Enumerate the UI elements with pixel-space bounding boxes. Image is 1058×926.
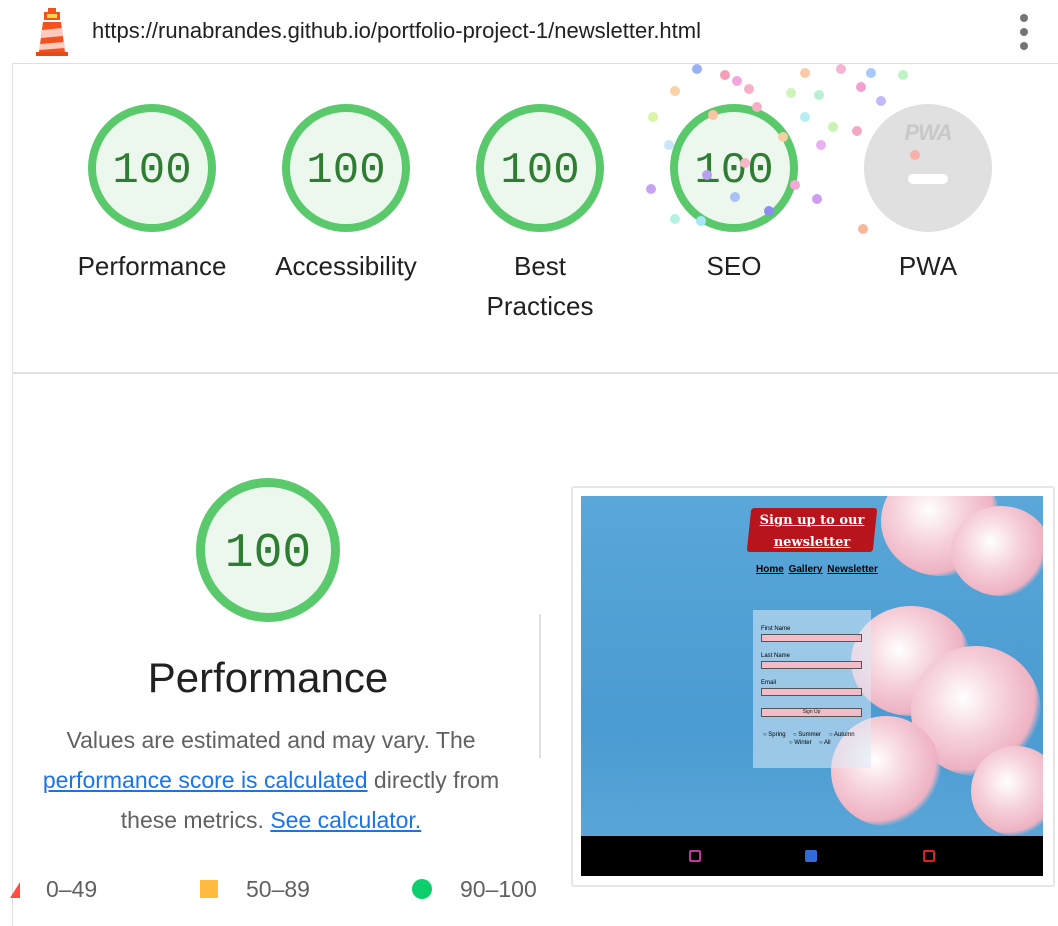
score-calculation-link[interactable]: performance score is calculated <box>43 767 368 793</box>
performance-score-gauge: 100 <box>196 478 340 622</box>
score-value: 100 <box>500 146 580 196</box>
left-border <box>12 64 13 926</box>
nav-newsletter: Newsletter <box>827 564 878 575</box>
legend-fail-range: 0–49 <box>46 876 98 902</box>
thumb-footer <box>581 836 1043 876</box>
first-name-label: First Name <box>761 626 791 632</box>
nav-home: Home <box>756 564 784 575</box>
score-value: 100 <box>306 146 386 196</box>
pass-circle-icon <box>412 879 432 899</box>
section-divider <box>12 372 1058 374</box>
last-name-label: Last Name <box>761 653 791 659</box>
gauge-label: SEO <box>706 251 762 281</box>
gauge-best-practices[interactable]: 100 Best Practices <box>440 104 640 326</box>
youtube-icon <box>923 850 935 862</box>
gauge-label: Best Practices <box>486 251 594 321</box>
signup-form: First Name Last Name Email Sign Up ○ Spr… <box>753 610 871 768</box>
instagram-icon <box>689 850 701 862</box>
score-value: 100 <box>694 146 774 196</box>
pwa-badge-icon: PWA <box>864 104 992 232</box>
legend-average-range: 50–89 <box>246 876 310 902</box>
average-square-icon <box>200 880 218 898</box>
option-summer: ○ Summer <box>793 732 821 738</box>
email-field <box>761 688 862 696</box>
thumb-navigation: Home Gallery Newsletter <box>755 564 878 575</box>
gauge-accessibility[interactable]: 100 Accessibility <box>246 104 446 286</box>
score-ring: 100 <box>88 104 216 232</box>
nav-gallery: Gallery <box>788 564 823 575</box>
gauge-label: PWA <box>898 251 958 281</box>
pwa-dash <box>908 174 948 184</box>
vertical-dots-icon[interactable] <box>1018 14 1030 50</box>
score-ring: 100 <box>670 104 798 232</box>
performance-title: Performance <box>147 654 389 701</box>
score-value: 100 <box>112 146 192 196</box>
option-all: ○ All <box>819 740 831 746</box>
desc-prefix: Values are estimated and may vary. The <box>66 727 476 753</box>
option-autumn: ○ Autumn <box>829 732 855 738</box>
report-url: https://runabrandes.github.io/portfolio-… <box>92 18 701 43</box>
email-label: Email <box>761 680 777 686</box>
gauge-pwa[interactable]: PWA PWA <box>828 104 1028 286</box>
signup-button: Sign Up <box>761 708 862 717</box>
first-name-field <box>761 634 862 642</box>
option-spring: ○ Spring <box>763 732 786 738</box>
gauge-label: Accessibility <box>275 251 417 281</box>
score-ring: 100 <box>476 104 604 232</box>
gauge-label: Performance <box>77 251 227 281</box>
gauge-performance[interactable]: 100 Performance <box>52 104 252 286</box>
option-winter: ○ Winter <box>789 740 812 746</box>
vertical-divider <box>539 614 541 758</box>
pwa-badge-text: PWA <box>904 120 952 145</box>
last-name-field <box>761 661 862 669</box>
gauge-seo[interactable]: 100 SEO <box>634 104 834 286</box>
final-screenshot: Sign up to our newsletter Home Gallery N… <box>581 496 1043 876</box>
legend-pass-range: 90–100 <box>460 876 537 902</box>
report-header: https://runabrandes.github.io/portfolio-… <box>12 0 1058 64</box>
fail-triangle-icon <box>10 882 20 898</box>
see-calculator-link[interactable]: See calculator. <box>270 807 421 833</box>
banner-heading: Sign up to our newsletter <box>759 513 865 550</box>
performance-score: 100 <box>224 527 312 581</box>
lighthouse-icon <box>36 8 68 56</box>
score-ring: 100 <box>282 104 410 232</box>
facebook-icon <box>805 850 817 862</box>
performance-description: Values are estimated and may vary. The p… <box>16 720 526 840</box>
